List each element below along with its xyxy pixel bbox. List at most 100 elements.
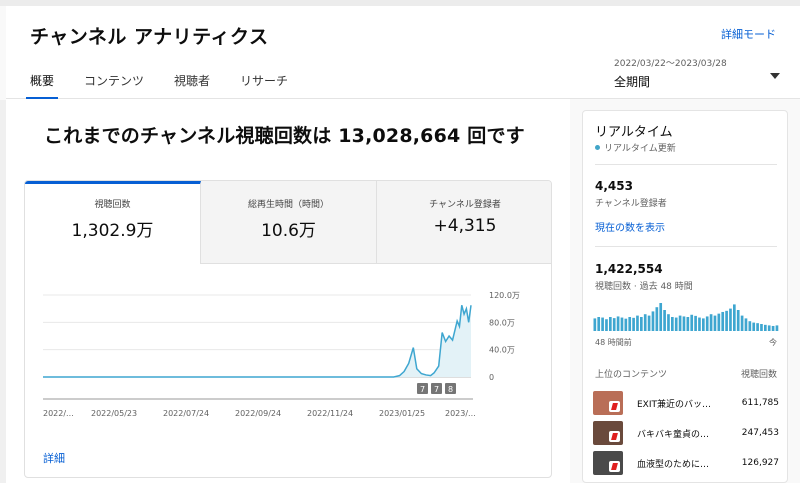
metric-label: 視聴回数 <box>94 200 131 210</box>
realtime-bar <box>771 325 775 331</box>
tab-research[interactable]: リサーチ <box>240 68 288 99</box>
tab-audience[interactable]: 視聴者 <box>174 68 210 99</box>
event-marker-label: 8 <box>448 385 453 394</box>
details-link[interactable]: 詳細 <box>43 450 65 466</box>
metric-value: 1,302.9万 <box>71 221 154 241</box>
divider <box>595 164 777 165</box>
realtime-bar <box>632 317 635 331</box>
y-tick-label: 40.0万 <box>489 346 515 355</box>
realtime-bar <box>612 318 616 331</box>
divider <box>595 246 777 247</box>
realtime-bar-chart <box>593 303 779 331</box>
realtime-bar <box>616 316 620 331</box>
realtime-bar <box>659 303 663 331</box>
realtime-bar <box>709 314 713 331</box>
shorts-icon <box>609 431 620 442</box>
event-marker-label: 7 <box>420 385 425 394</box>
realtime-bar <box>713 315 717 331</box>
metric-label: 総再生時間（時間） <box>247 200 329 210</box>
realtime-bar <box>733 304 736 331</box>
realtime-status: リアルタイム更新 <box>595 141 676 154</box>
realtime-bar <box>717 313 721 331</box>
realtime-bar <box>694 315 697 331</box>
total-views-headline: これまでのチャンネル視聴回数は 13,028,664 回です <box>44 125 525 147</box>
mini-axis-right: 今 <box>769 338 777 347</box>
video-title: バキバキ童貞の… <box>637 429 710 440</box>
top-content-views-heading: 視聴回数 <box>740 370 777 380</box>
realtime-bar <box>655 307 659 331</box>
video-views: 126,927 <box>741 458 779 468</box>
metric-tab-subscribers[interactable]: チャンネル登録者 +4,315 <box>377 181 551 264</box>
realtime-bar <box>682 316 686 331</box>
realtime-bar <box>736 310 740 331</box>
analytics-header: チャンネル アナリティクス 詳細モード 概要 コンテンツ 視聴者 リサーチ 20… <box>6 6 800 99</box>
realtime-bar <box>643 314 647 331</box>
detail-mode-link[interactable]: 詳細モード <box>721 26 776 42</box>
realtime-bar <box>647 315 651 331</box>
top-content-item[interactable]: バキバキ童貞の… 247,453 <box>593 420 779 446</box>
tab-content[interactable]: コンテンツ <box>84 68 144 99</box>
video-views: 247,453 <box>741 428 779 438</box>
views-line-chart: 120.0万 80.0万 40.0万 0 2022/... 2022/05/23 2022/… <box>43 291 520 418</box>
metrics-card: 視聴回数 1,302.9万 総再生時間（時間） 10.6万 チャンネル登録者 +… <box>24 180 552 478</box>
video-title: 血液型のために… <box>637 459 710 470</box>
period-selector[interactable]: 2022/03/22～2023/03/28 全期間 <box>614 56 784 90</box>
shorts-icon <box>609 401 620 412</box>
tab-overview[interactable]: 概要 <box>26 68 59 99</box>
realtime-bar <box>760 324 763 331</box>
video-thumbnail <box>593 421 623 445</box>
metric-label: チャンネル登録者 <box>429 200 501 210</box>
realtime-bar <box>698 317 701 331</box>
realtime-title: リアルタイム <box>595 125 673 140</box>
x-tick-label: 2023/... <box>445 409 476 418</box>
realtime-views-count: 1,422,554 <box>595 262 663 276</box>
top-content-item[interactable]: EXIT兼近のバッ… 611,785 <box>593 390 779 416</box>
y-tick-label: 120.0万 <box>489 291 520 300</box>
x-tick-label: 2022/11/24 <box>307 409 353 418</box>
overview-panel: これまでのチャンネル視聴回数は 13,028,664 回です 視聴回数 1,30… <box>6 99 570 483</box>
video-views: 611,785 <box>741 398 779 408</box>
realtime-bar <box>605 319 608 331</box>
realtime-bar <box>729 308 732 331</box>
realtime-bar <box>702 318 705 331</box>
metric-tab-views[interactable]: 視聴回数 1,302.9万 <box>25 181 201 264</box>
realtime-bar <box>674 317 678 331</box>
metric-value: +4,315 <box>433 216 497 236</box>
series-line <box>43 305 472 378</box>
realtime-bar <box>725 310 728 331</box>
top-content-item[interactable]: 血液型のために… 126,927 <box>593 450 779 476</box>
page-title: チャンネル アナリティクス <box>30 26 269 48</box>
video-title: EXIT兼近のバッ… <box>637 399 712 410</box>
period-value: 全期間 <box>614 75 651 89</box>
top-content-heading: 上位のコンテンツ <box>595 370 668 380</box>
x-tick-label: 2022/07/24 <box>163 409 209 418</box>
shorts-icon <box>609 461 620 472</box>
mini-axis-left: 48 時間前 <box>595 338 632 347</box>
live-dot-icon <box>595 145 600 150</box>
realtime-bar <box>628 317 632 331</box>
caret-down-icon <box>770 73 780 79</box>
realtime-views-label: 視聴回数 · 過去 48 時間 <box>595 282 693 292</box>
metric-tab-watch-time[interactable]: 総再生時間（時間） 10.6万 <box>201 181 377 264</box>
metric-value: 10.6万 <box>261 221 316 241</box>
realtime-bar <box>764 324 767 331</box>
subscriber-count: 4,453 <box>595 179 633 193</box>
tab-bar: 概要 コンテンツ 視聴者 リサーチ <box>26 68 318 99</box>
video-thumbnail <box>593 451 623 475</box>
realtime-bar <box>690 314 694 331</box>
realtime-bar <box>640 317 643 331</box>
realtime-bar <box>740 315 744 331</box>
realtime-bar <box>624 318 628 331</box>
realtime-bar <box>686 317 690 331</box>
realtime-bar <box>597 317 601 331</box>
realtime-bar <box>609 317 612 331</box>
realtime-bar <box>601 317 604 331</box>
realtime-panel: リアルタイム リアルタイム更新 4,453 チャンネル登録者 現在の数を表示 1… <box>582 110 788 483</box>
show-current-count-link[interactable]: 現在の数を表示 <box>595 219 665 234</box>
realtime-bar <box>705 316 709 331</box>
x-tick-label: 2022/05/23 <box>91 409 137 418</box>
realtime-bar <box>671 317 674 331</box>
realtime-bar <box>744 318 748 331</box>
realtime-bar <box>663 310 666 331</box>
period-range: 2022/03/22～2023/03/28 <box>614 59 727 69</box>
